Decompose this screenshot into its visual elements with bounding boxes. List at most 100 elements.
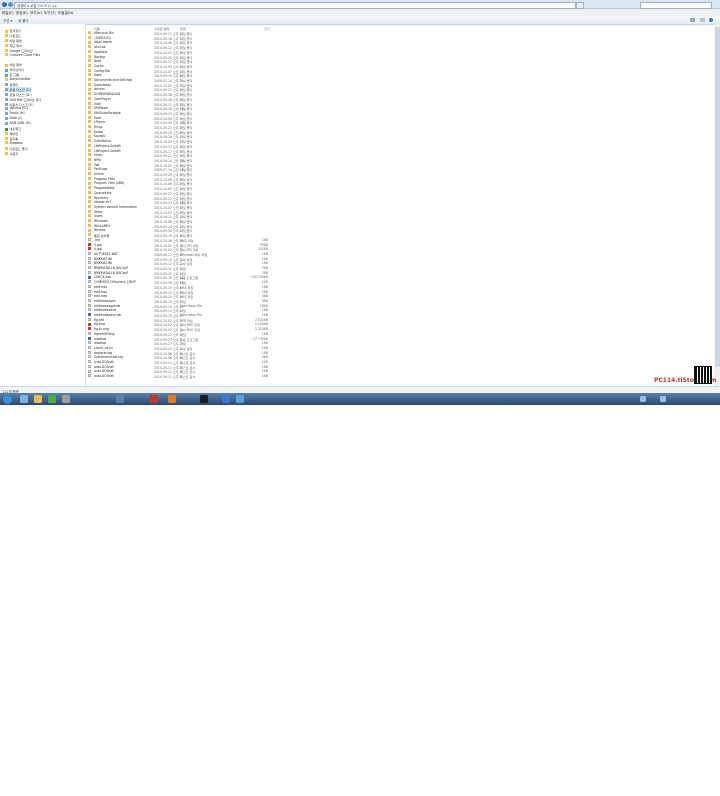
file-row[interactable]: Kovaos 2014-09-26 오후 2: 파일 폴더 [86, 134, 716, 139]
file-row[interactable]: Recovery 2014-09-11 오후 1: 파일 폴더 [86, 196, 716, 201]
start-button-icon[interactable] [3, 394, 12, 404]
media-icon[interactable] [116, 395, 124, 403]
file-row[interactable]: ProgramData 2014-10-05 오전 2: 파일 폴더 [86, 186, 716, 191]
file-row[interactable]: KMSAutoPortable 2014-09-19 오후 9: 파일 폴더 [86, 111, 716, 116]
menu-help[interactable]: 도움말(H) [58, 11, 73, 16]
file-row[interactable]: COMMON_CMscheck_DRVP 2014-09-18 오전 11: 파일 1… [86, 280, 716, 285]
app-icon-1[interactable] [48, 395, 56, 403]
back-button[interactable] [2, 1, 7, 7]
column-date[interactable]: 수정한 날짜 [154, 26, 169, 31]
file-row[interactable]: Cache 2014-10-05 오후 8: 파일 폴더 [86, 64, 716, 69]
nav-item[interactable]: Creative Cloud Files [5, 53, 40, 57]
file-row[interactable]: check_cd.ini 2014-09-20 오후 5: 구성 설정 1KB [86, 346, 716, 351]
file-row[interactable]: PerfLogs 2009-07-14 오전 11: 파일 폴더 [86, 167, 716, 172]
file-row[interactable]: 3.jpg 2014-10-02 오후 3: 알씨 JPG 파일 95KB [86, 243, 716, 248]
file-row[interactable]: GomPlayer 2014-09-28 오후 5: 파일 폴더 [86, 97, 716, 102]
file-row[interactable]: Data 2014-09-15 오후 6: 파일 폴더 [86, 73, 716, 78]
file-row[interactable]: auto.DOSnet 2014-09-11 오후 2: 텍스트 문서 1KB [86, 365, 716, 370]
menu-tools[interactable]: 도구(T) [44, 11, 56, 16]
file-row[interactable]: Documents and Settings 2009-07-14 오후 2: 파일… [86, 78, 716, 83]
file-row[interactable]: auto.DOSnet 2014-09-11 오후 2: 텍스트 문서 1KB [86, 374, 716, 379]
app-icon-4[interactable] [168, 395, 176, 403]
file-row[interactable]: explorer.log 2014-10-06 오후 3: 텍스트 문서 1KB [86, 351, 716, 356]
file-row[interactable]: auto.DOSnet 2014-09-11 오후 2: 텍스트 문서 1KB [86, 360, 716, 365]
column-type[interactable]: 유형 [180, 26, 186, 31]
file-row[interactable]: Korea 2014-09-25 오전 8: 파일 폴더 [86, 130, 716, 135]
file-row[interactable]: Program Files (x86) 2014-10-06 오후 5: 파일 폴더 [86, 181, 716, 186]
menu-view[interactable]: 보기(V) [30, 11, 42, 16]
tray-network-icon[interactable] [640, 396, 646, 402]
file-row[interactable]: Music 2014-09-21 오후 9: 파일 폴더 [86, 153, 716, 158]
file-row[interactable]: BMKMATALLB_BACkuP 2014-09-12 오후 2: 파일 2KB [86, 271, 716, 276]
file-row[interactable]: fig.pfd 2014-10-02 오후 3: PFD 파일 2,532KB [86, 318, 716, 323]
preview-pane-icon[interactable] [700, 18, 705, 22]
file-row[interactable]: Temp 2014-10-07 오전 2: 파일 폴더 [86, 210, 716, 215]
file-row[interactable]: edit.mss 2014-09-15 오후 4: MSS 파일 1KB [86, 290, 716, 295]
nav-item[interactable]: Dropbox [5, 141, 23, 145]
file-row[interactable]: KuAnDalux 2014-10-03 오후 1: 파일 폴더 [86, 139, 716, 144]
forward-button[interactable] [8, 1, 13, 7]
file-row[interactable]: riboser-ch7 2014-09-23 오후 11: 파일 폴더 [86, 200, 716, 205]
file-row[interactable]: Users 2014-09-11 오후 1: 파일 폴더 [86, 214, 716, 219]
nav-item[interactable]: Data (I:) [5, 116, 22, 120]
menu-file[interactable]: 파일(F) [2, 11, 13, 16]
file-row[interactable]: LibProject.SolLeft 2014-09-17 오후 5: 파일 폴더 [86, 144, 716, 149]
organize-button[interactable]: 구성 ▾ [3, 18, 12, 23]
explorer-icon[interactable] [34, 395, 42, 403]
file-row[interactable]: Kodi 2014-10-04 오후 3: 파일 폴더 [86, 116, 716, 121]
file-row[interactable]: Windows 2014-10-06 오후 6: 파일 폴더 [86, 219, 716, 224]
file-row[interactable]: 통합 설치폴 2014-09-19 오후 8: 파일 폴더 [86, 233, 716, 238]
file-row[interactable]: frgmentFiling 2014-09-21 오후 9: 파일 1KB [86, 332, 716, 337]
file-row[interactable]: KMPlayer 2014-09-18 오전 11: 파일 폴더 [86, 106, 716, 111]
tray-volume-icon[interactable] [660, 396, 666, 402]
file-row[interactable]: Boot 2014-09-11 오후 1: 파일 폴더 [86, 59, 716, 64]
file-row[interactable]: BMKMATALLB_BACkuP 2014-09-12 오후 2: 파일 2KB [86, 266, 716, 271]
file-row[interactable]: pirism 2014-09-29 오후 3: 파일 폴더 [86, 172, 716, 177]
file-row[interactable]: GOMDOWNLOAD 2014-09-28 오후 5: 파일 폴더 [86, 92, 716, 97]
file-row[interactable]: editmessages 2014-09-15 오후 4: 파일 3KB [86, 299, 716, 304]
file-row[interactable]: AdwCleaner 2014-10-06 오후 4: 파일 폴더 [86, 40, 716, 45]
file-row[interactable]: editmodesave 2014-09-15 오후 4: 파일 1KB [86, 308, 716, 313]
app-icon-7[interactable] [236, 395, 244, 403]
file-row[interactable]: Pak 2014-10-02 오후 6: 파일 폴더 [86, 163, 716, 168]
file-row[interactable]: BMKMAT.INI 2014-09-12 오후 2: 구성 설정 1KB [86, 257, 716, 262]
nav-item[interactable]: Volume (G:) [5, 106, 28, 110]
view-options-icon[interactable] [690, 18, 695, 22]
file-row[interactable]: fig.png 2014-10-02 오후 3: 알씨 PNG 파일 2,100KB [86, 322, 716, 327]
column-name[interactable]: 이름 [94, 26, 100, 31]
nav-item[interactable]: 사용자 [5, 151, 18, 156]
menu-edit[interactable]: 편집(E) [16, 11, 28, 16]
address-field[interactable]: 컴퓨터 ▸ 로컬 디스크 (C:) ▸ [14, 1, 576, 9]
file-row[interactable]: lolsetup 2014-09-27 오후 7: 응용 프로그램 17,730KB [86, 337, 716, 342]
file-row[interactable]: NPKI 2014-09-14 오전 10: 파일 폴더 [86, 158, 716, 163]
file-row[interactable]: Wnmas 2014-09-30 오후 4: 파일 폴더 [86, 228, 716, 233]
file-row[interactable]: System Volume Information 2014-10-07 오전 3… [86, 205, 716, 210]
file-row[interactable]: CHECK.exe 2014-09-18 오전 11: 응용 프로그램 100,700… [86, 275, 716, 280]
file-row[interactable]: .rnd 2014-10-06 오후 1: RND 파일 1KB [86, 238, 716, 243]
app-icon-5[interactable] [200, 395, 208, 403]
file-row[interactable]: AUTOEXEC.BAT 2009-06-11 오전 6: Windows 배치 파… [86, 252, 716, 257]
file-row[interactable]: Backup 2014-09-20 오후 3: 파일 폴더 [86, 55, 716, 60]
file-row[interactable]: Config.Msi 2014-10-07 오전 1: 파일 폴더 [86, 69, 716, 74]
file-row[interactable]: edit.mss 2014-09-15 오후 4: MSS 파일 1KB [86, 285, 716, 290]
file-row[interactable]: AppData 2014-10-01 오전 9: 파일 폴더 [86, 50, 716, 55]
file-row[interactable]: 4.jpg 2014-10-02 오후 3: 알씨 JPG 파일 102KB [86, 247, 716, 252]
file-row[interactable]: fig.th.png 2014-10-02 오후 3: 알씨 PNG 파일 1,214… [86, 327, 716, 332]
column-size[interactable]: 크기 [264, 26, 270, 31]
file-row[interactable]: Systemchecker.log 2014-10-06 오후 3: 텍스트 문서 4… [86, 355, 716, 360]
refresh-icon[interactable] [576, 1, 584, 9]
nav-item[interactable]: Public (H:) [5, 111, 25, 115]
file-row[interactable]: Kings 2014-09-22 오후 4: 파일 폴더 [86, 125, 716, 130]
file-row[interactable]: $Recycle.Bin 2014-09-11 오후 1: 파일 폴더 [86, 31, 716, 36]
file-row[interactable]: kPlayer 2014-09-30 오후 10: 파일 폴더 [86, 120, 716, 125]
nav-item[interactable]: RAM DISK (R:) [5, 121, 31, 125]
file-row[interactable]: WinLAMEx 2014-09-24 오후 2: 파일 폴더 [86, 224, 716, 229]
clock[interactable]: 오후 3:29 2014-10-07 [694, 787, 714, 796]
file-row[interactable]: AhnLab 2014-09-12 오후 2: 파일 폴더 [86, 45, 716, 50]
file-row[interactable]: Intel 2014-09-11 오후 2: 파일 폴더 [86, 102, 716, 107]
file-row[interactable]: LibProject.SolLeft 2014-09-17 오후 5: 파일 폴더 [86, 149, 716, 154]
file-row[interactable]: edit.mss 2014-09-15 오후 4: MSS 파일 3KB [86, 294, 716, 299]
file-row[interactable]: lolsetup 2014-09-27 오후 7: 파일 1KB [86, 341, 716, 346]
file-row[interactable]: auto.DOSnet 2014-09-11 오후 2: 텍스트 문서 1KB [86, 369, 716, 374]
file-row[interactable]: Program Files 2014-10-06 오후 5: 파일 폴더 [86, 177, 716, 182]
